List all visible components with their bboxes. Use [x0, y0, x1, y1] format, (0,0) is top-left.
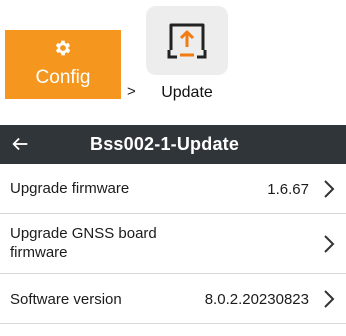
breadcrumb-separator: >	[127, 83, 136, 100]
upgrade-gnss-firmware-row[interactable]: Upgrade GNSS board firmware	[0, 214, 346, 274]
update-tile[interactable]	[146, 6, 228, 75]
page: Config > Update Bss002-1-Update Upgrade …	[0, 0, 346, 336]
update-screen: Bss002-1-Update Upgrade firmware 1.6.67 …	[0, 125, 346, 336]
update-label: Update	[161, 84, 213, 101]
back-arrow-icon[interactable]	[9, 133, 31, 155]
chevron-right-icon	[324, 290, 335, 308]
chevron-right-icon	[324, 180, 335, 198]
setting-label: Upgrade firmware	[10, 180, 130, 197]
gear-icon	[55, 40, 71, 56]
upgrade-firmware-row[interactable]: Upgrade firmware 1.6.67	[0, 164, 346, 214]
upload-icon	[167, 23, 207, 59]
setting-value: 1.6.67	[267, 181, 309, 198]
app-bar: Bss002-1-Update	[0, 125, 346, 164]
setting-label: Software version	[10, 291, 122, 308]
setting-label: Upgrade GNSS board firmware	[10, 225, 157, 261]
setting-value: 8.0.2.20230823	[204, 291, 309, 308]
page-title: Bss002-1-Update	[90, 134, 240, 154]
chevron-right-icon	[324, 235, 335, 253]
config-tile[interactable]: Config	[5, 30, 121, 99]
software-version-row[interactable]: Software version 8.0.2.20230823	[0, 274, 346, 324]
config-label: Config	[35, 67, 91, 88]
